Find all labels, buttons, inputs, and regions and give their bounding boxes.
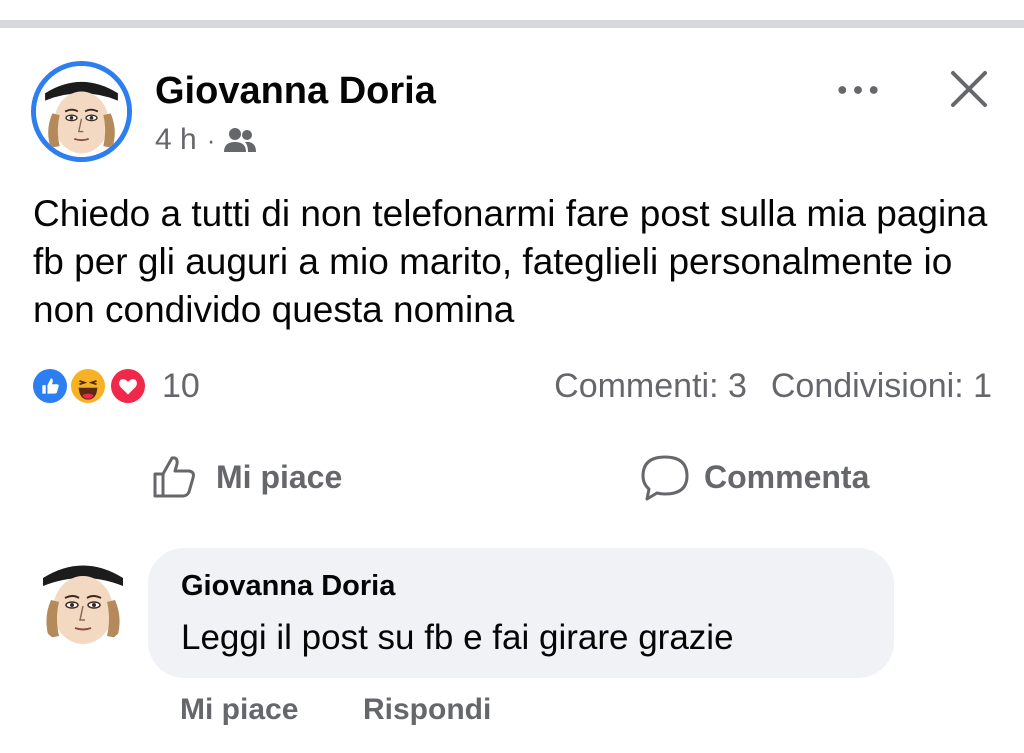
post-meta: 4 h · [155, 122, 257, 158]
reaction-icons[interactable] [30, 364, 156, 408]
haha-reaction-icon [68, 366, 108, 406]
more-dots-icon [838, 86, 878, 94]
comment-author[interactable]: Giovanna Doria [181, 570, 395, 603]
comments-count[interactable]: Commenti: 3 [554, 367, 747, 406]
author-name[interactable]: Giovanna Doria [155, 70, 436, 113]
close-button[interactable] [944, 64, 994, 114]
like-button[interactable]: Mi piace [150, 450, 342, 504]
top-divider [0, 20, 1024, 28]
engagement-counts: Commenti: 3 Condivisioni: 1 [554, 364, 992, 408]
post-timestamp[interactable]: 4 h [155, 123, 197, 157]
thumbs-up-icon [150, 450, 204, 504]
commenter-avatar[interactable] [33, 548, 133, 648]
like-button-label: Mi piace [216, 458, 343, 495]
comment-reply-button[interactable]: Rispondi [363, 693, 491, 727]
more-options-button[interactable] [830, 70, 886, 110]
comment-bubble-icon [638, 450, 692, 504]
love-reaction-icon [108, 366, 148, 406]
comment-button-label: Commenta [704, 458, 870, 495]
reaction-count[interactable]: 10 [162, 367, 200, 406]
friends-icon[interactable] [223, 125, 257, 155]
shares-count[interactable]: Condivisioni: 1 [771, 367, 992, 406]
comment-button[interactable]: Commenta [638, 450, 869, 504]
meta-separator: · [206, 124, 216, 155]
comment-text: Leggi il post su fb e fai girare grazie [181, 618, 734, 657]
like-reaction-icon [30, 366, 70, 406]
avatar-face-icon [33, 548, 133, 648]
close-icon [951, 71, 987, 107]
comment-bubble[interactable]: Giovanna Doria Leggi il post su fb e fai… [148, 548, 894, 678]
post-text: Chiedo a tutti di non telefonarmi fare p… [33, 193, 988, 330]
comment-like-button[interactable]: Mi piace [180, 693, 298, 727]
avatar-face-icon [36, 66, 127, 157]
author-avatar[interactable] [31, 61, 132, 162]
reactions-summary[interactable]: 10 [30, 364, 200, 408]
